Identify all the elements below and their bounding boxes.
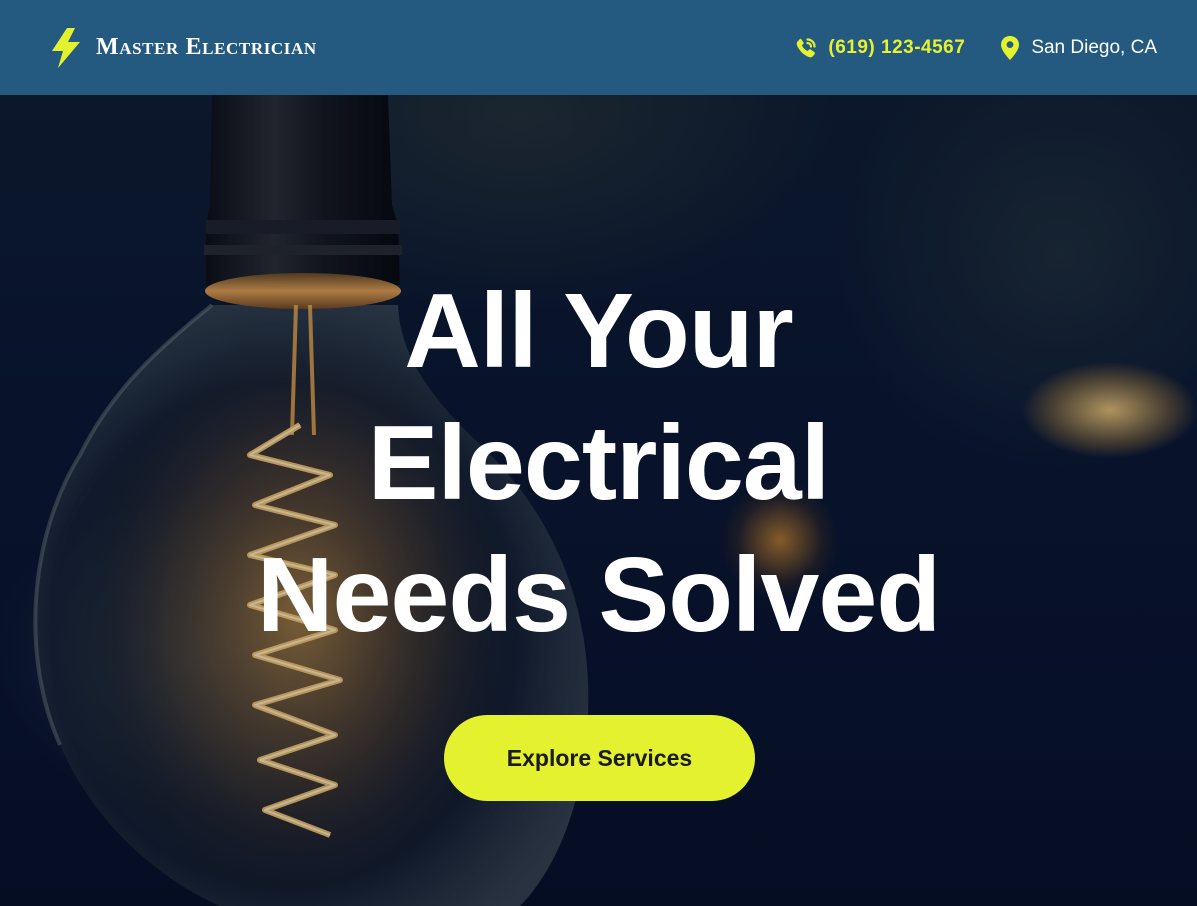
map-pin-icon — [1001, 35, 1020, 60]
brand-name: Master Electrician — [96, 34, 317, 60]
lightning-bolt-icon — [52, 27, 80, 68]
phone-link[interactable]: (619) 123-4567 — [794, 36, 965, 60]
hero-heading-line2: Electrical — [367, 404, 830, 522]
contact-info: (619) 123-4567 San Diego, CA — [794, 35, 1157, 61]
location-info: San Diego, CA — [999, 35, 1157, 61]
location-text: San Diego, CA — [1031, 36, 1157, 58]
brand-logo-link[interactable]: Master Electrician — [48, 27, 317, 69]
explore-services-button[interactable]: Explore Services — [444, 715, 755, 801]
hero-heading-line3: Needs Solved — [256, 536, 941, 654]
hero-section: All Your Electrical Needs Solved Explore… — [0, 95, 1197, 906]
site-header: Master Electrician (619) 123-4567 San Di… — [0, 0, 1197, 95]
phone-icon — [797, 37, 816, 57]
phone-number: (619) 123-4567 — [828, 36, 966, 58]
hero-heading-line1: All Your — [404, 272, 794, 390]
hero-heading: All Your Electrical Needs Solved — [0, 265, 1197, 661]
